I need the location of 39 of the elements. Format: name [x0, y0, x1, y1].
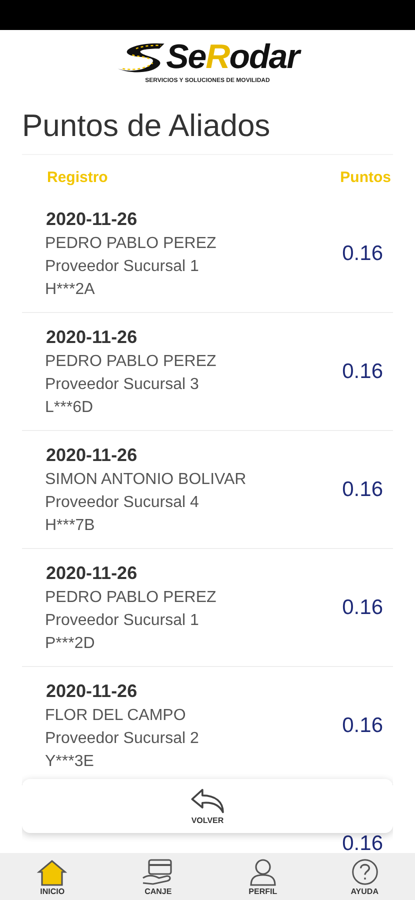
points-value: 0.16 — [342, 715, 383, 736]
branch-name: Proveedor Sucursal 1 — [45, 258, 200, 276]
points-value: 0.16 — [342, 361, 383, 382]
logo-text: SeRodar — [166, 40, 299, 74]
branch-name: Proveedor Sucursal 3 — [45, 376, 200, 394]
nav-tab[interactable]: PERFIL — [248, 858, 278, 896]
record-date: 2020-11-26 — [46, 444, 138, 466]
ally-name: PEDRO PABLO PEREZ — [45, 352, 216, 370]
page-title: Puntos de Aliados — [21, 107, 272, 145]
house-icon — [36, 858, 68, 886]
ally-name: PEDRO PABLO PEREZ — [45, 234, 216, 252]
points-value: 0.16 — [342, 597, 383, 618]
back-arrow-icon — [188, 787, 226, 815]
help-icon — [350, 858, 379, 886]
ally-name: FLOR DEL CAMPO — [45, 706, 187, 724]
points-value: 0.16 — [342, 243, 383, 264]
record-date: 2020-11-26 — [46, 562, 138, 584]
nav-tab[interactable]: INICIO — [36, 858, 68, 896]
record-code: P***2D — [45, 634, 96, 652]
ally-name: PEDRO PABLO PEREZ — [45, 588, 216, 606]
column-header: Puntos — [340, 169, 391, 186]
record-code: H***2A — [45, 280, 96, 298]
points-value: 0.16 — [342, 833, 383, 853]
nav-tab[interactable]: AYUDA — [350, 858, 379, 896]
nav-tab[interactable]: CANJE — [141, 858, 176, 896]
back-button[interactable]: VOLVER — [22, 779, 393, 833]
ally-name: SIMON ANTONIO BOLIVAR — [45, 470, 246, 488]
branch-name: Proveedor Sucursal 2 — [45, 730, 199, 748]
record-code: H***7B — [45, 516, 96, 534]
branch-name: Proveedor Sucursal 1 — [45, 612, 200, 630]
record-code: L***6D — [45, 398, 94, 416]
points-value: 0.16 — [342, 479, 383, 500]
user-icon — [248, 858, 278, 886]
column-header: Registro — [47, 169, 108, 186]
record-date: 2020-11-26 — [46, 326, 138, 348]
branch-name: Proveedor Sucursal 4 — [45, 494, 200, 512]
record-date: 2020-11-26 — [46, 208, 138, 230]
record-date: 2020-11-26 — [46, 680, 138, 702]
record-code: Y***3E — [45, 752, 95, 770]
